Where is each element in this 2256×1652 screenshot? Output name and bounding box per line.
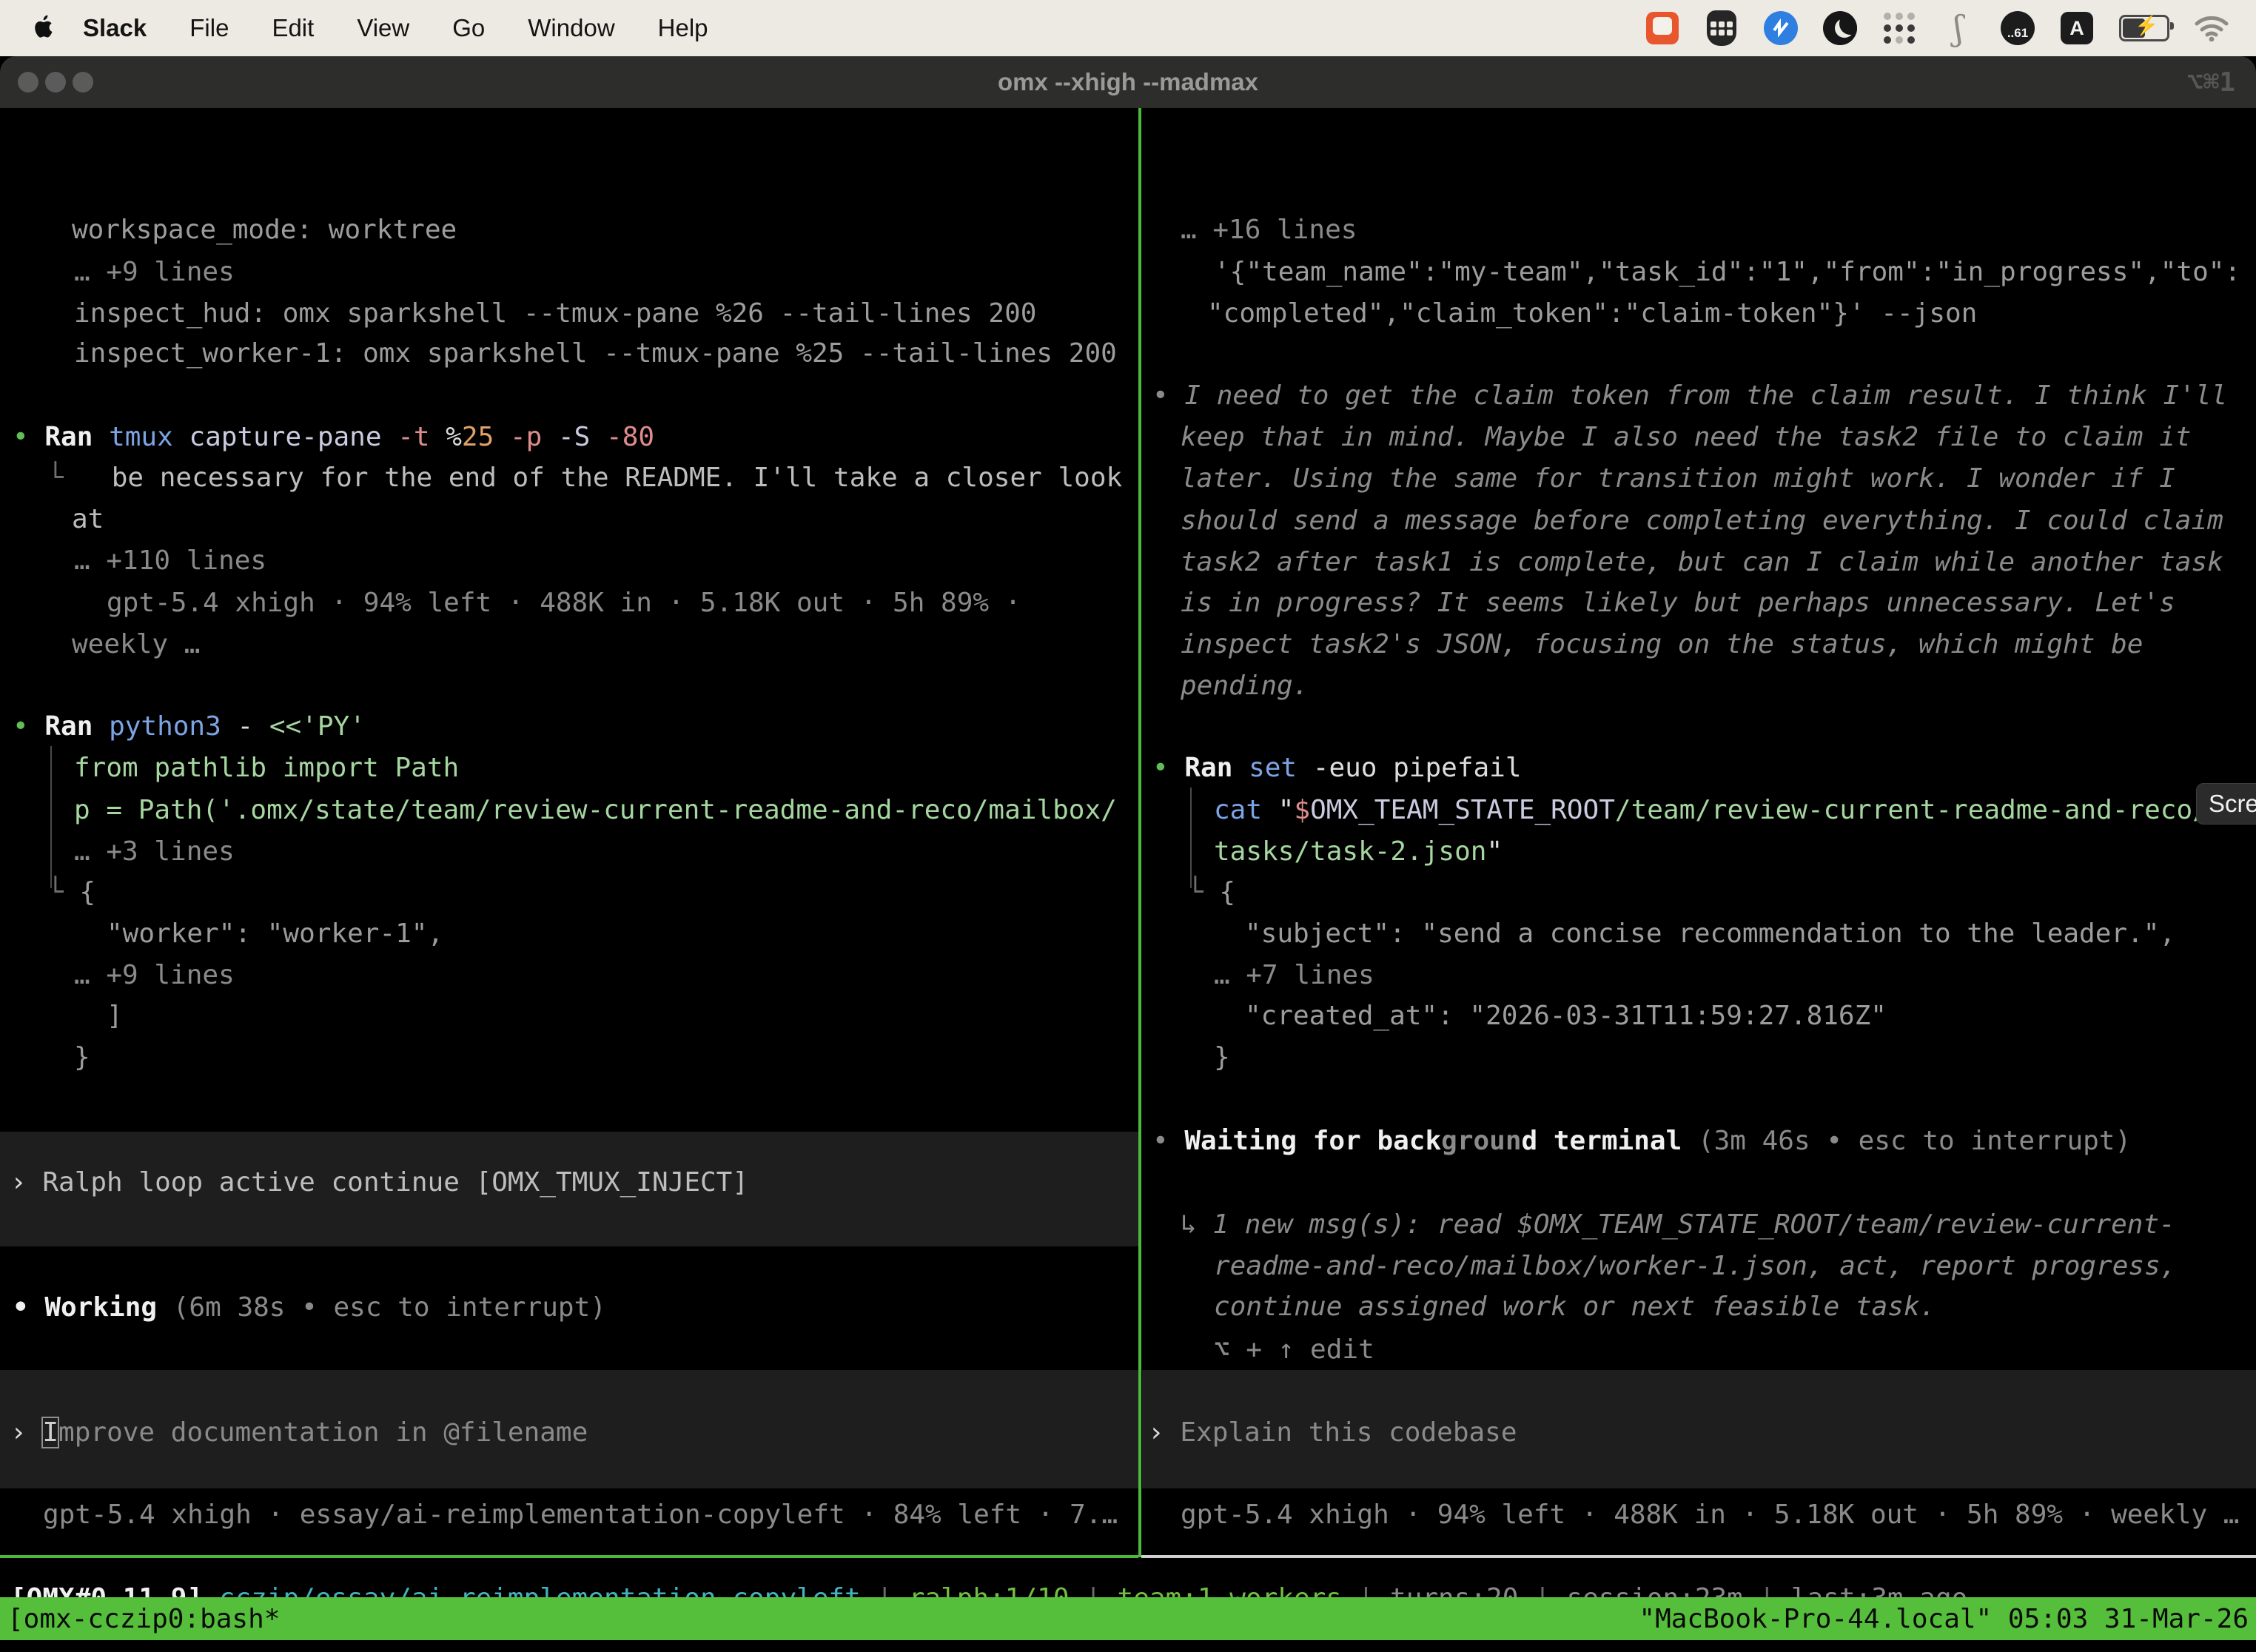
terminal-line: task2 after task1 is complete, but can I… [1181, 542, 2223, 583]
terminal-line: ] [107, 995, 123, 1037]
menu-bar: Slack FileEditViewGoWindowHelp ʃ ..61 A … [0, 0, 2256, 56]
terminal-line: "worker": "worker-1", [107, 913, 443, 955]
menu-items: Slack FileEditViewGoWindowHelp [59, 14, 730, 42]
count-badge-icon[interactable]: ..61 [2000, 10, 2035, 46]
terminal-content[interactable]: workspace_mode: worktree… +9 linesinspec… [0, 108, 2256, 1652]
prompt-input-right: › Explain this codebase [1148, 1412, 1517, 1454]
moon-circle-icon[interactable] [1822, 10, 1858, 46]
terminal-line: … +9 lines [74, 955, 235, 996]
terminal-line: } [74, 1037, 90, 1078]
blue-badge-icon[interactable] [1763, 10, 1799, 46]
input-source-icon[interactable]: A [2059, 10, 2095, 46]
shield-grid-icon[interactable] [1704, 10, 1739, 46]
terminal-line: └ be necessary for the end of the README… [47, 457, 1122, 499]
terminal-line: … +9 lines [74, 252, 235, 293]
tmux-host-time: "MacBook-Pro-44.local" 05:03 31-Mar-26 [1639, 1604, 2249, 1634]
terminal-line: should send a message before completing … [1181, 500, 2223, 542]
terminal-line: inspect_worker-1: omx sparkshell --tmux-… [74, 333, 1117, 375]
screen-share-tooltip: Scre [2196, 783, 2256, 825]
terminal-line: "subject": "send a concise recommendatio… [1245, 913, 2175, 955]
waiting-status: • Waiting for background terminal (3m 46… [1152, 1121, 2131, 1162]
terminal-line: at [72, 499, 104, 540]
battery-charging-icon[interactable]: ⚡ [2118, 10, 2170, 46]
menu-status-icons: ʃ ..61 A ⚡ [1645, 10, 2256, 46]
pane-divider-vertical[interactable] [1138, 108, 1141, 1557]
thinking-text: • I need to get the claim token from the… [1152, 375, 2227, 417]
ralph-loop-banner: › Ralph loop active continue [OMX_TMUX_I… [10, 1162, 748, 1203]
squiggle-icon[interactable]: ʃ [1941, 10, 1976, 46]
ran-cat-command: • Ran set -euo pipefail [1152, 748, 1522, 789]
terminal-line: continue assigned work or next feasible … [1214, 1286, 1936, 1328]
indent-guide-left [50, 746, 52, 888]
dots-grid-icon[interactable] [1881, 10, 1917, 46]
terminal-line: from pathlib import Path [74, 748, 459, 789]
terminal-line: '{"team_name":"my-team","task_id":"1","f… [1214, 252, 2240, 293]
terminal-line: later. Using the same for transition mig… [1181, 458, 2175, 500]
menu-item-app[interactable]: Slack [59, 14, 168, 42]
terminal-line: … +3 lines [74, 831, 235, 873]
terminal-line: is in progress? It seems likely but perh… [1181, 582, 2175, 624]
menu-item-help[interactable]: Help [637, 14, 730, 42]
tmux-session-label: [omx-cczip0:bash* [7, 1604, 280, 1634]
screen-record-icon[interactable] [1645, 10, 1680, 46]
new-message-note: ↳ 1 new msg(s): read $OMX_TEAM_STATE_ROO… [1181, 1204, 2175, 1246]
terminal-line: inspect_hud: omx sparkshell --tmux-pane … [74, 293, 1036, 335]
tooltip-label: Scre [2209, 783, 2256, 825]
menu-item-file[interactable]: File [168, 14, 250, 42]
window-title: omx --xhigh --madmax [0, 56, 2256, 108]
terminal-line: └ { [1187, 872, 1235, 913]
menu-item-edit[interactable]: Edit [250, 14, 335, 42]
menu-item-window[interactable]: Window [506, 14, 636, 42]
wifi-icon[interactable] [2194, 10, 2229, 46]
terminal-line: tasks/task-2.json" [1214, 831, 1503, 873]
edit-hint: ⌥ + ↑ edit [1214, 1329, 1374, 1371]
model-status-left: gpt-5.4 xhigh · essay/ai-reimplementatio… [43, 1494, 1118, 1536]
pane-divider-horizontal-left[interactable] [0, 1555, 1138, 1558]
working-status: • Working (6m 38s • esc to interrupt) [13, 1287, 606, 1329]
terminal-line: inspect task2's JSON, focusing on the st… [1181, 624, 2143, 665]
terminal-line: … +16 lines [1181, 209, 1357, 251]
terminal-line: … +7 lines [1214, 955, 1374, 996]
terminal-line: keep that in mind. Maybe I also need the… [1181, 417, 2191, 458]
menu-item-view[interactable]: View [335, 14, 431, 42]
apple-icon[interactable] [30, 13, 59, 44]
menu-item-go[interactable]: Go [431, 14, 506, 42]
terminal-line: gpt-5.4 xhigh · 94% left · 488K in · 5.1… [107, 582, 1021, 624]
terminal-line: weekly … [72, 624, 200, 665]
terminal-line: └ { [47, 872, 95, 913]
terminal-window: omx --xhigh --madmax ⌥⌘1 workspace_mode:… [0, 56, 2256, 1652]
ran-python-command: • Ran python3 - <<'PY' [13, 706, 366, 748]
terminal-line: "created_at": "2026-03-31T11:59:27.816Z" [1245, 995, 1887, 1037]
terminal-line: cat "$OMX_TEAM_STATE_ROOT/team/review-cu… [1214, 790, 2209, 831]
title-bar[interactable]: omx --xhigh --madmax ⌥⌘1 [0, 56, 2256, 108]
prompt-input-left: › Improve documentation in @filename [10, 1412, 588, 1454]
terminal-line: readme-and-reco/mailbox/worker-1.json, a… [1214, 1246, 2176, 1287]
model-status-right: gpt-5.4 xhigh · 94% left · 488K in · 5.1… [1181, 1494, 2239, 1536]
ran-tmux-command: • Ran tmux capture-pane -t %25 -p -S -80 [13, 417, 654, 458]
terminal-line: p = Path('.omx/state/team/review-current… [74, 790, 1117, 831]
terminal-line: "completed","claim_token":"claim-token"}… [1207, 293, 1977, 335]
tmux-status-bar: [omx-cczip0:bash* "MacBook-Pro-44.local"… [0, 1597, 2256, 1640]
terminal-line: } [1214, 1037, 1230, 1078]
terminal-line: pending. [1181, 665, 1309, 707]
terminal-line: … +110 lines [74, 540, 266, 582]
pane-divider-horizontal-right[interactable] [1141, 1555, 2256, 1558]
terminal-line: workspace_mode: worktree [72, 209, 457, 251]
window-shortcut: ⌥⌘1 [2187, 56, 2235, 108]
